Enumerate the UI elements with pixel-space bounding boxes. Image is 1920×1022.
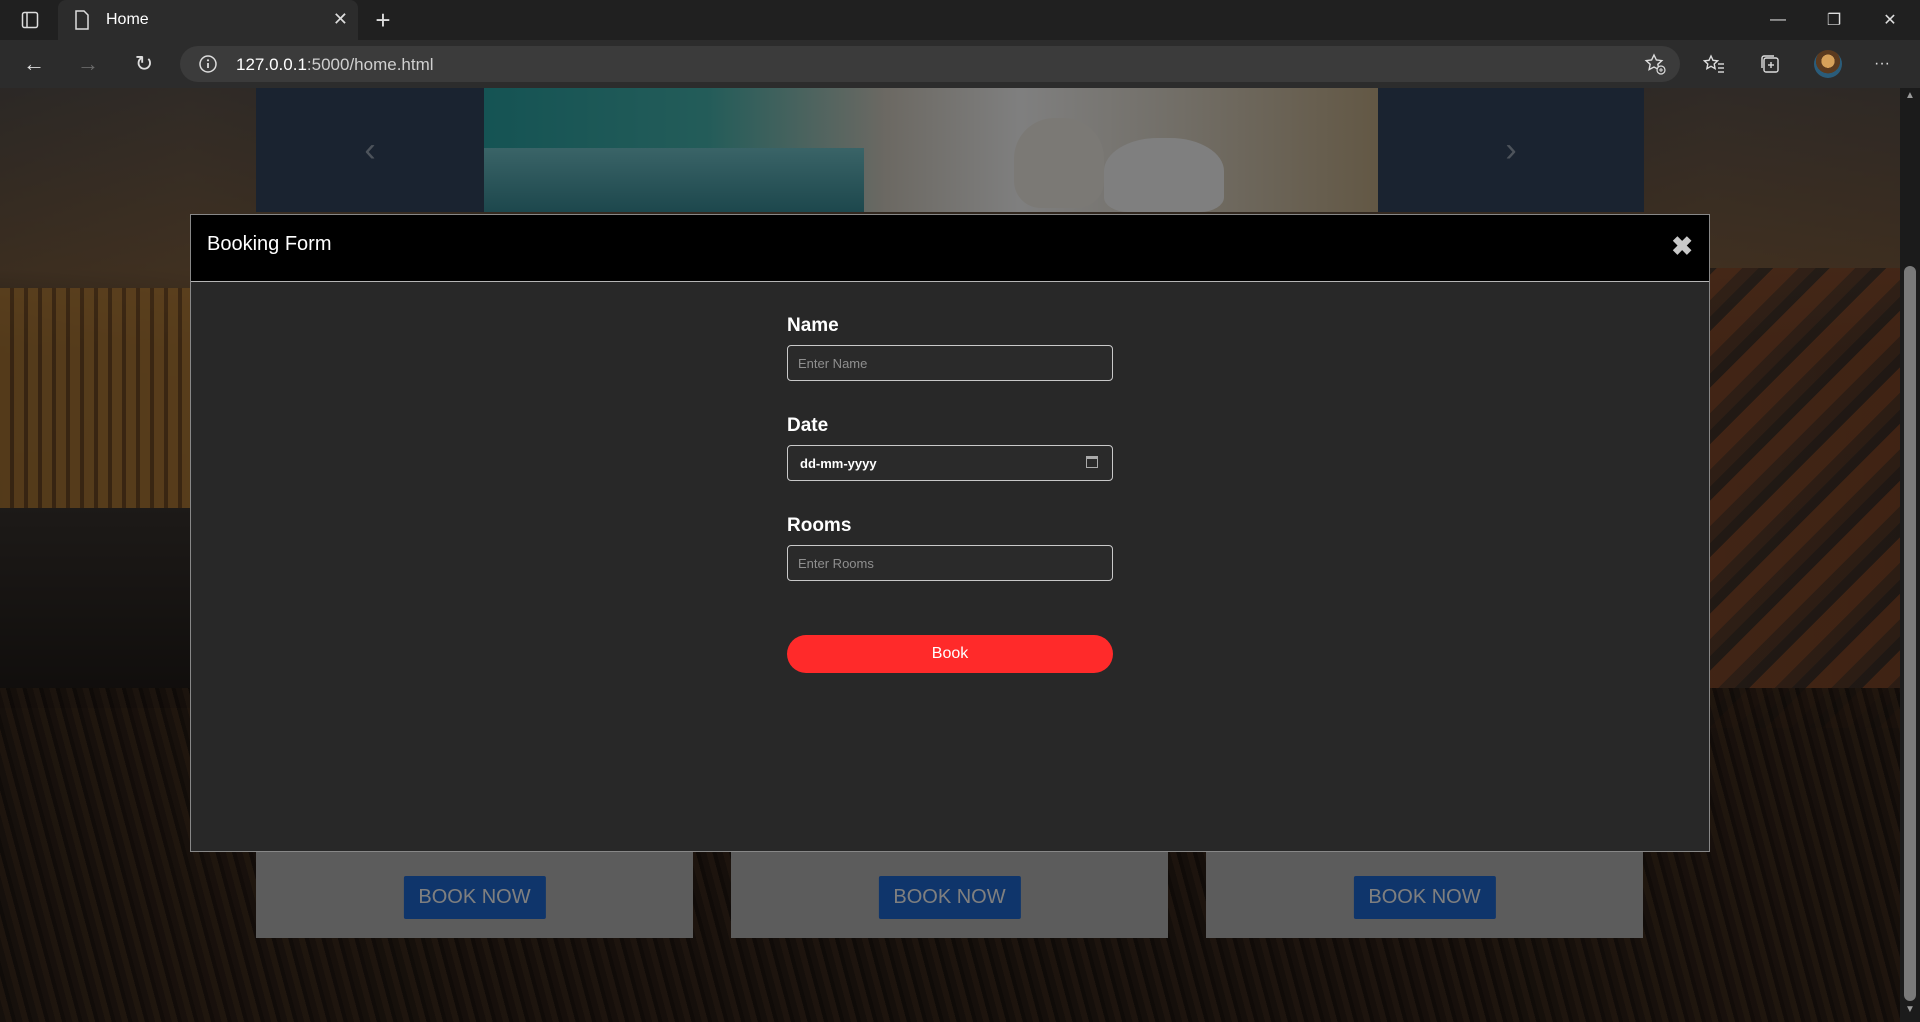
browser-tab-home[interactable]: Home ✕: [58, 0, 358, 40]
more-options-icon[interactable]: ···: [1862, 48, 1902, 80]
name-input[interactable]: [787, 345, 1113, 381]
date-label: Date: [787, 415, 829, 436]
rooms-input[interactable]: [787, 545, 1113, 581]
calendar-icon[interactable]: [1086, 456, 1098, 468]
tab-title: Home: [106, 11, 149, 28]
forward-icon[interactable]: →: [68, 48, 108, 80]
book-button[interactable]: Book: [787, 635, 1113, 673]
back-icon[interactable]: ←: [14, 48, 54, 80]
tab-actions-icon[interactable]: [12, 6, 48, 34]
restore-icon[interactable]: ❐: [1806, 0, 1862, 40]
profile-avatar[interactable]: [1814, 50, 1842, 78]
url-path: :5000/home.html: [306, 55, 434, 74]
new-tab-button[interactable]: +: [368, 5, 398, 36]
url-host: 127.0.0.1: [236, 55, 307, 74]
close-icon[interactable]: ✖: [1671, 233, 1693, 259]
address-bar[interactable]: 127.0.0.1:5000/home.html: [180, 46, 1680, 82]
url-text: 127.0.0.1:5000/home.html: [236, 55, 434, 75]
date-value: dd-mm-yyyy: [800, 456, 877, 471]
collections-icon[interactable]: [1750, 48, 1790, 80]
favorites-icon[interactable]: [1694, 48, 1734, 80]
add-favorite-icon[interactable]: [1644, 53, 1666, 80]
browser-titlebar: Home ✕ + — ❐ ✕: [0, 0, 1920, 40]
refresh-icon[interactable]: ↻: [124, 48, 164, 80]
document-icon: [74, 10, 90, 35]
rooms-label: Rooms: [787, 515, 852, 536]
info-icon[interactable]: [198, 54, 218, 74]
browser-toolbar: ← → ↻ 127.0.0.1:5000/home.html ···: [0, 40, 1920, 88]
modal-title: Booking Form: [207, 233, 332, 255]
date-input[interactable]: dd-mm-yyyy: [787, 445, 1113, 481]
tab-close-icon[interactable]: ✕: [333, 9, 348, 30]
modal-header: Booking Form ✖: [191, 215, 1709, 282]
scroll-up-icon[interactable]: ▲: [1900, 90, 1920, 106]
page-scrollbar[interactable]: ▲ ▼: [1900, 88, 1920, 1022]
booking-modal: Booking Form ✖ Name Date dd-mm-yyyy Room…: [190, 214, 1710, 852]
window-close-icon[interactable]: ✕: [1862, 0, 1918, 40]
minimize-icon[interactable]: —: [1750, 0, 1806, 40]
scroll-down-icon[interactable]: ▼: [1900, 1004, 1920, 1020]
name-label: Name: [787, 315, 839, 336]
scrollbar-thumb[interactable]: [1904, 266, 1916, 1001]
